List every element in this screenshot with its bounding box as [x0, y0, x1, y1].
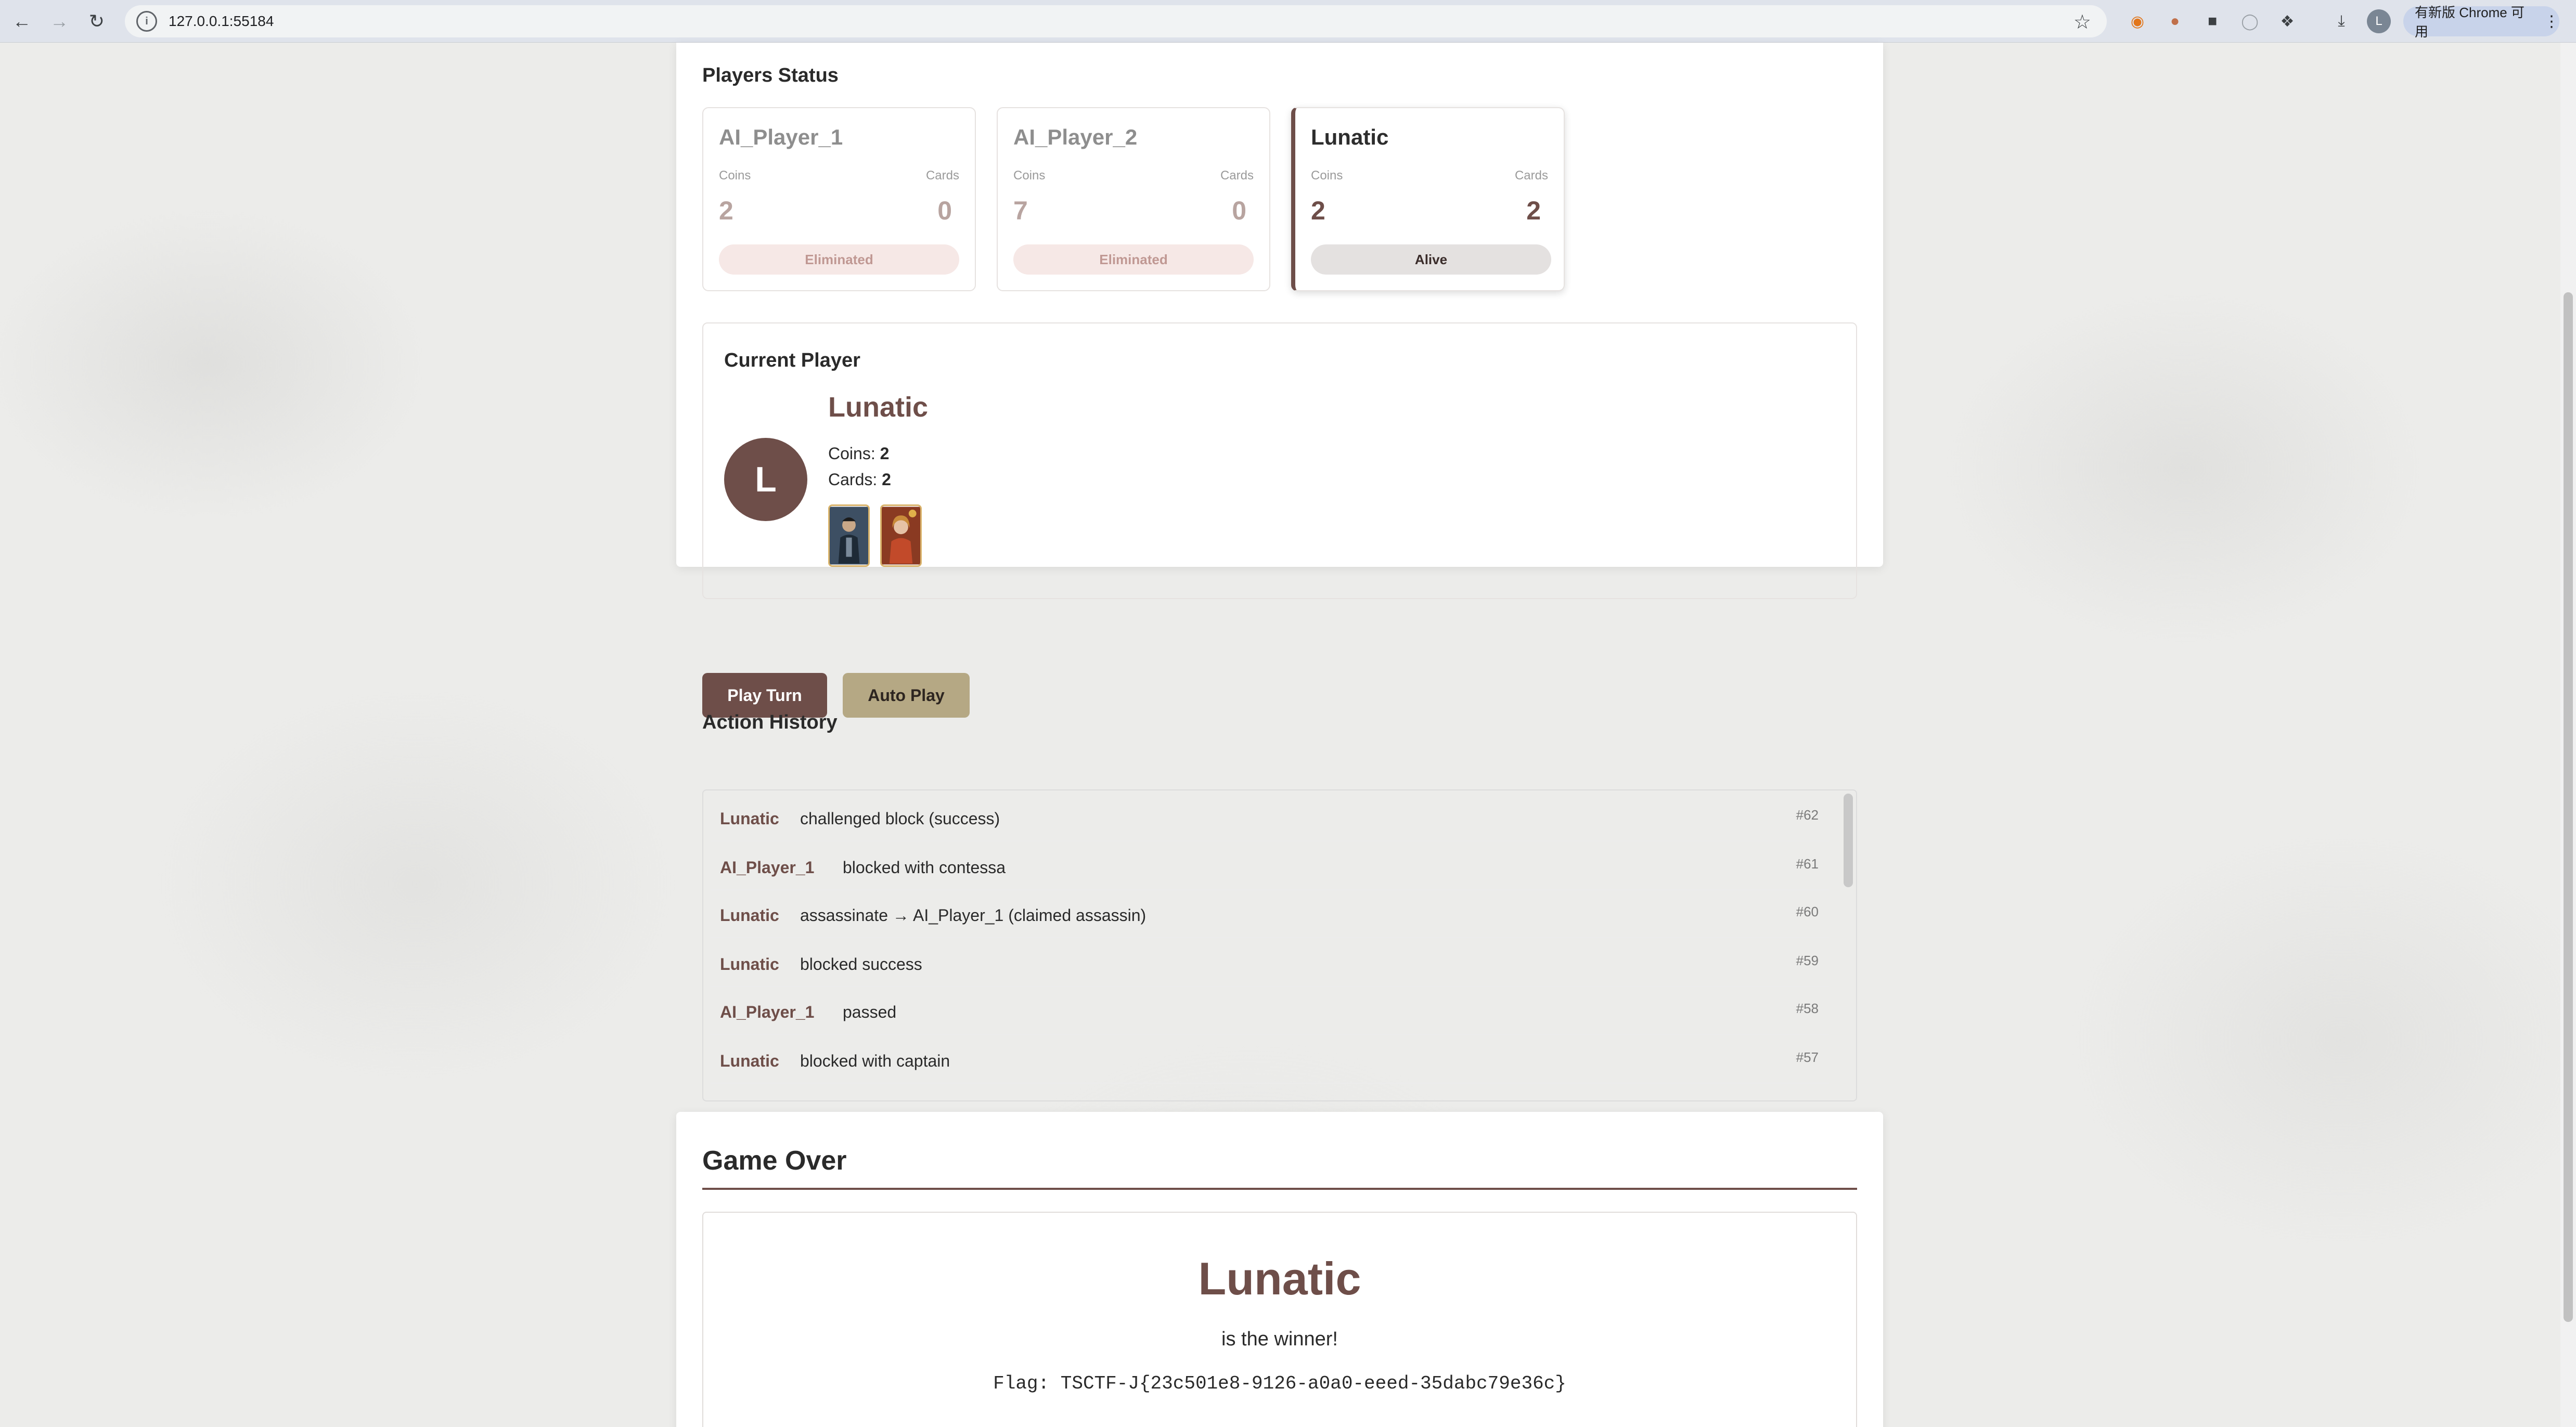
- coins-label: Coins: [1013, 168, 1046, 183]
- forward-icon[interactable]: →: [44, 6, 75, 37]
- player-card-lunatic: Lunatic Coins Cards 2 2 Alive: [1291, 107, 1565, 291]
- browser-toolbar: ← → ↻ i 127.0.0.1:55184 ☆ ◉ ● ■ ◯ ❖ ⤓ L …: [0, 0, 2576, 43]
- history-scroll-thumb[interactable]: [1844, 794, 1853, 887]
- extensions-puzzle-icon[interactable]: ❖: [2275, 9, 2299, 33]
- extension-circle-icon[interactable]: ◯: [2238, 9, 2262, 33]
- coins-label: Coins: [1311, 168, 1343, 183]
- metamask-icon[interactable]: ◉: [2126, 9, 2149, 33]
- site-info-icon[interactable]: i: [136, 11, 157, 32]
- auto-play-button[interactable]: Auto Play: [843, 673, 970, 718]
- player-coins: 2: [1311, 196, 1325, 225]
- status-badge: Eliminated: [1013, 244, 1254, 275]
- history-row: AI_Player_1 passed #58: [711, 987, 1829, 1035]
- player-cards: 0: [1232, 196, 1246, 225]
- history-text: assassinate → AI_Player_1 (claimed assas…: [800, 906, 1147, 925]
- history-row: Lunatic challenged block (success) #62: [711, 794, 1829, 841]
- history-text: challenged block (success): [800, 809, 1000, 828]
- contessa-card[interactable]: [880, 504, 922, 567]
- status-badge: Eliminated: [719, 244, 959, 275]
- bookmark-star-icon[interactable]: ☆: [2073, 10, 2091, 34]
- history-actor: AI_Player_1: [720, 1003, 815, 1021]
- player-coins: 7: [1013, 196, 1028, 225]
- more-menu-icon[interactable]: ⋮: [2544, 12, 2559, 31]
- player-card-ai-player-1: AI_Player_1 Coins Cards 2 0 Eliminated: [702, 107, 976, 291]
- history-number: #57: [1796, 1049, 1819, 1065]
- cards-label: Cards: [1514, 168, 1548, 183]
- history-row: Lunatic blocked success #59: [711, 939, 1829, 987]
- history-number: #62: [1796, 807, 1819, 823]
- history-actor: Lunatic: [720, 809, 779, 828]
- download-icon[interactable]: ⤓: [2329, 9, 2353, 33]
- action-history-list[interactable]: Lunatic challenged block (success) #62 A…: [702, 789, 1857, 1101]
- flag-text: Flag: TSCTF-J{23c501e8-9126-a0a0-eeed-35…: [993, 1373, 1566, 1394]
- history-number: #58: [1796, 1001, 1819, 1016]
- winner-name: Lunatic: [1198, 1253, 1361, 1304]
- current-player-title: Current Player: [724, 349, 860, 371]
- divider: [702, 1188, 1857, 1190]
- player-name: AI_Player_2: [1013, 125, 1138, 149]
- history-text: blocked with contessa: [843, 858, 1006, 877]
- update-label: 有新版 Chrome 可用: [2415, 5, 2525, 40]
- player-cards: 0: [937, 196, 952, 225]
- back-icon[interactable]: ←: [6, 6, 37, 37]
- current-player-name: Lunatic: [828, 392, 929, 423]
- action-history-title: Action History: [702, 711, 838, 733]
- history-actor: AI_Player_1: [720, 858, 815, 877]
- history-row: AI_Player_1 blocked with contessa #61: [711, 842, 1829, 890]
- current-player-box: Current Player L Lunatic Coins: 2 Cards:…: [702, 322, 1857, 599]
- status-badge: Alive: [1311, 244, 1551, 275]
- game-over-panel: Game Over Lunatic is the winner! Flag: T…: [676, 1112, 1883, 1427]
- cards-value: 2: [882, 470, 891, 489]
- history-number: #60: [1796, 904, 1819, 919]
- player-name: AI_Player_1: [719, 125, 843, 149]
- page-scroll-thumb[interactable]: [2564, 292, 2573, 1322]
- history-row: Lunatic assassinate → AI_Player_1 (claim…: [711, 890, 1829, 938]
- history-number: #61: [1796, 856, 1819, 872]
- captain-card[interactable]: [828, 504, 870, 567]
- coins-label: Coins:: [828, 444, 875, 463]
- cards-label: Cards: [1220, 168, 1254, 183]
- game-over-title: Game Over: [702, 1146, 847, 1176]
- coins-label: Coins: [719, 168, 751, 183]
- profile-avatar[interactable]: L: [2367, 9, 2391, 33]
- cards-label: Cards: [925, 168, 959, 183]
- history-actor: Lunatic: [720, 906, 779, 925]
- chrome-update-button[interactable]: 有新版 Chrome 可用 ⋮: [2403, 5, 2559, 40]
- page-scrollbar[interactable]: [2560, 43, 2576, 1427]
- winner-text: is the winner!: [1221, 1328, 1338, 1350]
- history-number: #59: [1796, 953, 1819, 968]
- current-player-cards: Cards: 2: [828, 470, 891, 489]
- history-actor: Lunatic: [720, 1052, 779, 1070]
- cards-label: Cards:: [828, 470, 878, 489]
- extension-game-icon[interactable]: ■: [2200, 9, 2224, 33]
- player-coins: 2: [719, 196, 733, 225]
- player-card-ai-player-2: AI_Player_2 Coins Cards 7 0 Eliminated: [997, 107, 1270, 291]
- winner-box: Lunatic is the winner! Flag: TSCTF-J{23c…: [702, 1212, 1857, 1427]
- url-text: 127.0.0.1:55184: [169, 13, 274, 29]
- address-bar[interactable]: i 127.0.0.1:55184 ☆: [125, 5, 2107, 37]
- players-status-title: Players Status: [702, 64, 839, 86]
- history-text: passed: [843, 1003, 897, 1021]
- player-cards: 2: [1526, 196, 1541, 225]
- history-text: blocked success: [800, 955, 922, 974]
- history-row: Lunatic blocked with captain #57: [711, 1036, 1829, 1084]
- history-actor: Lunatic: [720, 955, 779, 974]
- game-panel: Players Status AI_Player_1 Coins Cards 2…: [676, 43, 1883, 1101]
- extension-cookie-icon[interactable]: ●: [2163, 9, 2187, 33]
- history-text: blocked with captain: [800, 1052, 950, 1070]
- player-name: Lunatic: [1311, 125, 1389, 149]
- current-player-coins: Coins: 2: [828, 444, 889, 463]
- reload-icon[interactable]: ↻: [81, 6, 112, 37]
- avatar: L: [724, 438, 807, 521]
- coins-value: 2: [880, 444, 890, 463]
